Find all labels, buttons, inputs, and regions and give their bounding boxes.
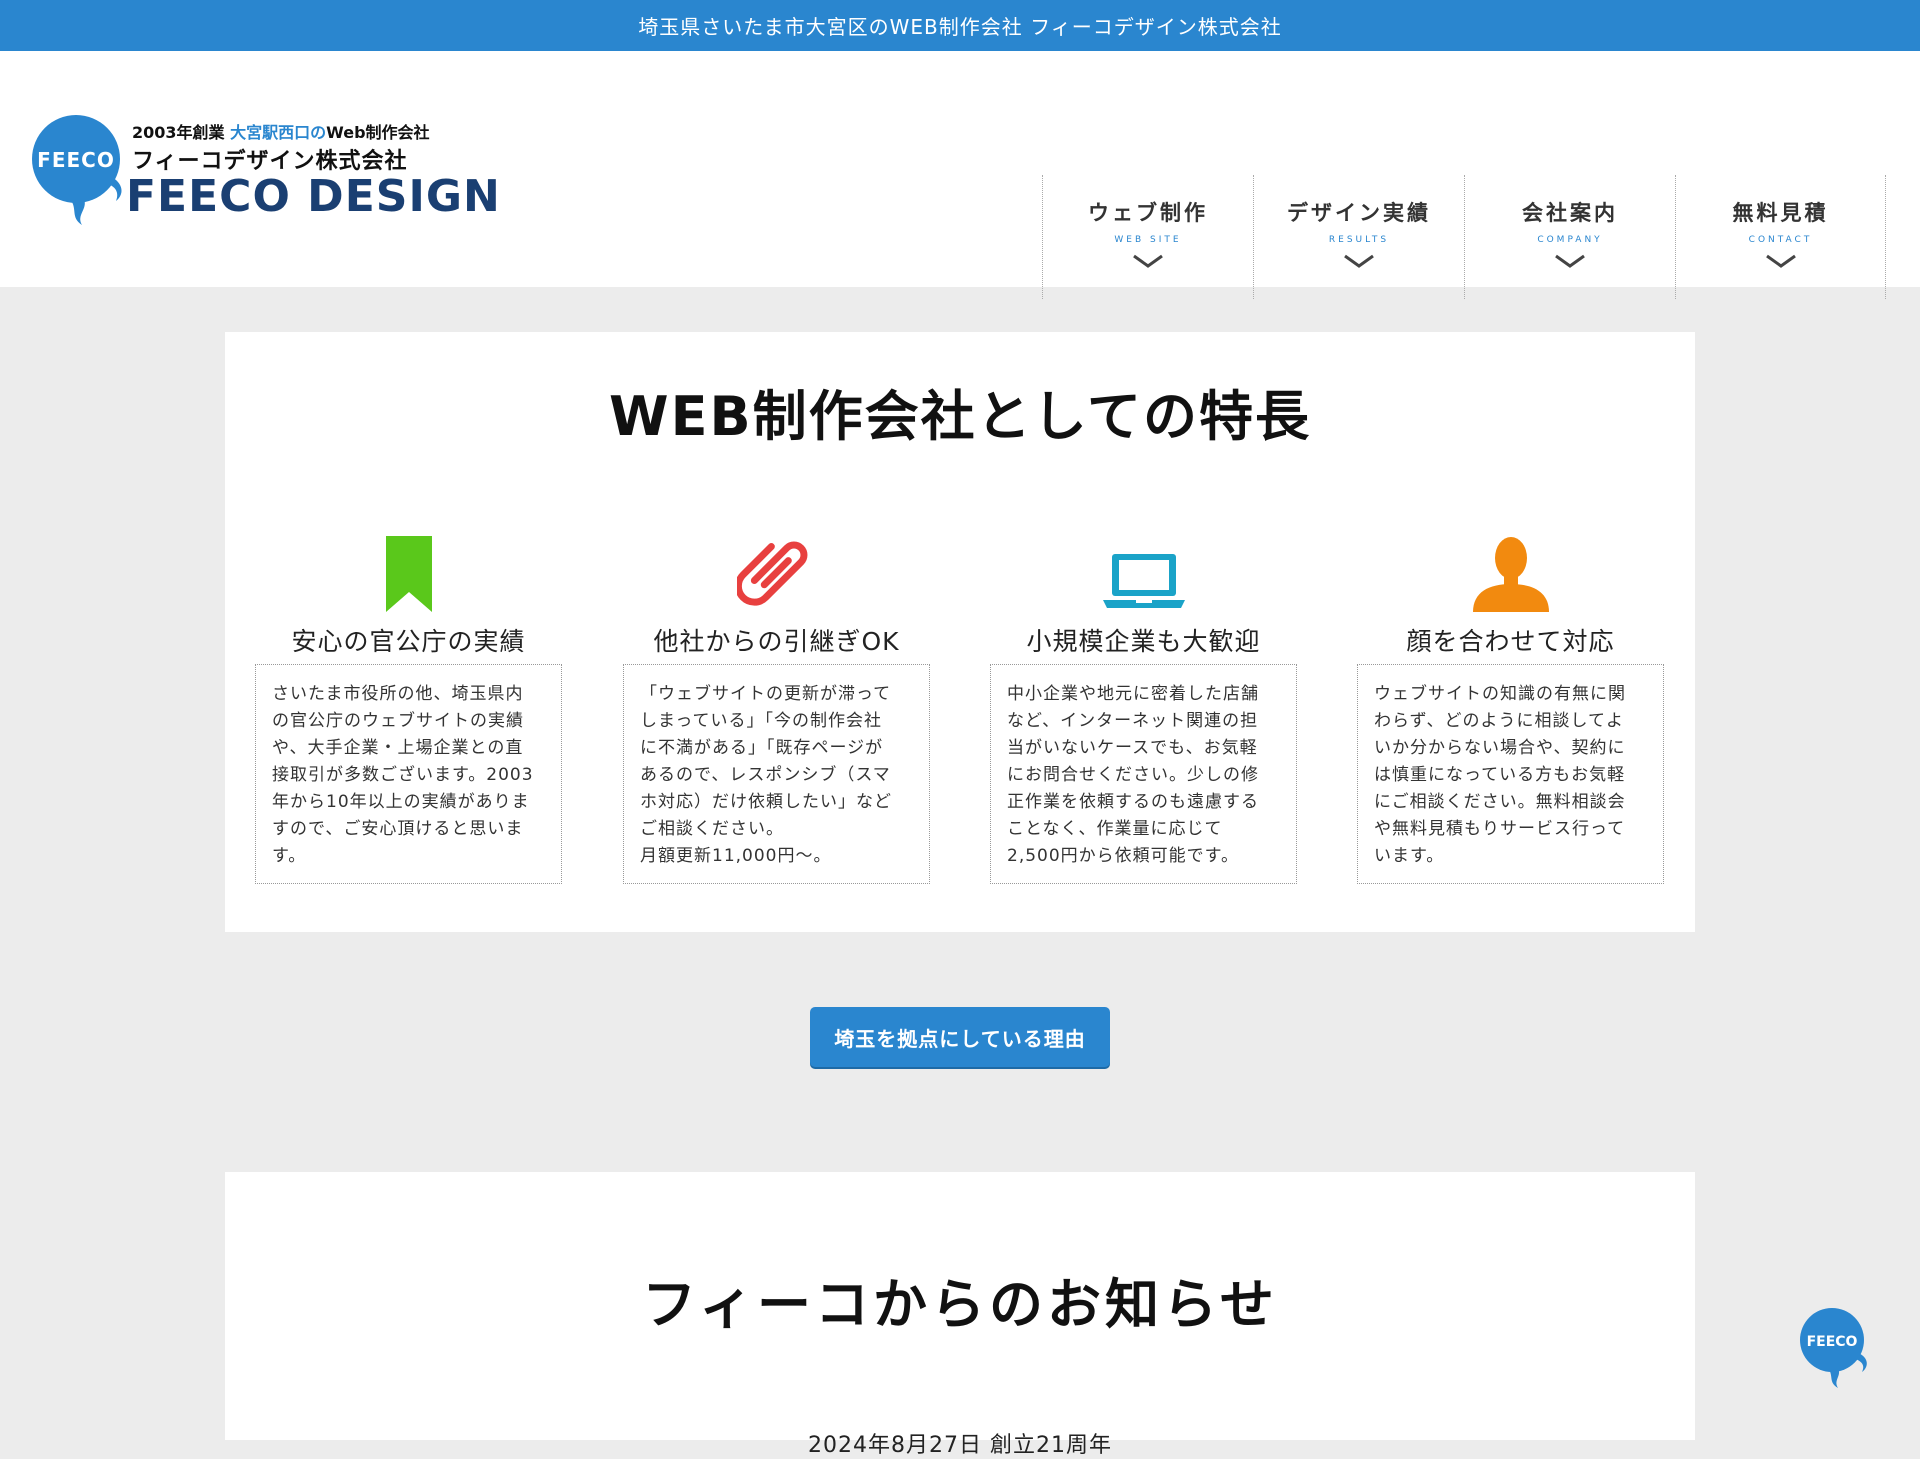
nav-sublabel: RESULTS [1328, 235, 1390, 245]
feature-description: ウェブサイトの知識の有無に関 わらず、どのように相談してよ いか分からない場合や… [1357, 664, 1664, 884]
feature-title: 顔を合わせて対応 [1406, 627, 1615, 656]
feature-description: 中小企業や地元に密着した店舗 など、インターネット関連の担 当がいないケースでも… [990, 664, 1297, 884]
feature-title: 安心の官公庁の実績 [291, 627, 526, 656]
reason-button[interactable]: 埼玉を拠点にしている理由 [810, 1007, 1110, 1067]
feature-title: 小規模企業も大歓迎 [1026, 627, 1261, 656]
nav-item-results[interactable]: デザイン実績 RESULTS [1253, 175, 1464, 299]
chevron-down-icon [1344, 254, 1374, 268]
nav-label: デザイン実績 [1287, 201, 1431, 225]
feature-card: 小規模企業も大歓迎中小企業や地元に密着した店舗 など、インターネット関連の担 当… [990, 532, 1297, 884]
bookmark-icon [255, 532, 562, 612]
float-badge-text: FEECO [1807, 1334, 1858, 1350]
news-section: フィーコからのお知らせ 2024年8月27日 創立21周年 [225, 1172, 1695, 1458]
feeco-badge-icon: FEECO [32, 115, 122, 225]
nav-label: 無料見積 [1732, 201, 1829, 225]
news-title: フィーコからのお知らせ [642, 1273, 1278, 1336]
feature-title: 他社からの引継ぎOK [653, 627, 900, 656]
nav-label: 会社案内 [1522, 201, 1618, 225]
feature-card: 安心の官公庁の実績さいたま市役所の他、埼玉県内 の官公庁のウェブサイトの実績 や… [255, 532, 562, 884]
top-banner: 埼玉県さいたま市大宮区のWEB制作会社 フィーコデザイン株式会社 [0, 0, 1920, 51]
nav-label: ウェブ制作 [1088, 201, 1208, 225]
paperclip-icon [623, 532, 930, 612]
nav-item-web-site[interactable]: ウェブ制作 WEB SITE [1042, 175, 1253, 299]
logo-tagline: 2003年創業 大宮駅西口のWeb制作会社 [132, 123, 430, 142]
top-banner-text: 埼玉県さいたま市大宮区のWEB制作会社 フィーコデザイン株式会社 [638, 15, 1282, 39]
badge-text: FEECO [37, 148, 115, 172]
nav-sublabel: WEB SITE [1114, 235, 1182, 245]
floating-feeco-button[interactable]: FEECO [1798, 1306, 1874, 1394]
feature-card: 顔を合わせて対応ウェブサイトの知識の有無に関 わらず、どのように相談してよ いか… [1357, 532, 1664, 884]
laptop-icon [990, 532, 1297, 612]
logo-wordmark: FEECO DESIGN [126, 171, 501, 222]
site-logo[interactable]: FEECO 2003年創業 大宮駅西口のWeb制作会社 フィーコデザイン株式会社… [30, 113, 500, 233]
chevron-down-icon [1765, 254, 1796, 268]
news-item[interactable]: 2024年8月27日 創立21周年 [225, 1427, 1695, 1459]
global-nav: ウェブ制作 WEB SITE デザイン実績 RESULTS 会社案内 COMPANY 無料見… [1042, 175, 1886, 299]
nav-item-contact[interactable]: 無料見積 CONTACT [1675, 175, 1886, 299]
nav-sublabel: CONTACT [1748, 235, 1813, 245]
site-header: FEECO 2003年創業 大宮駅西口のWeb制作会社 フィーコデザイン株式会社… [0, 51, 1920, 299]
feeco-float-icon: FEECO [1800, 1308, 1867, 1388]
chevron-down-icon [1133, 254, 1163, 268]
feature-card: 他社からの引継ぎOK 「ウェブサイトの更新が滞って しまっている」「今の制作会社 … [623, 532, 930, 884]
chevron-down-icon [1555, 254, 1585, 268]
nav-sublabel: COMPANY [1537, 235, 1603, 245]
feature-description: 「ウェブサイトの更新が滞って しまっている」「今の制作会社 に不満がある」「既存… [623, 664, 930, 884]
features-section: WEB制作会社としての特長 安心の官公庁の実績さいたま市役所の他、埼玉県内 の官… [225, 332, 1695, 932]
person-icon [1357, 532, 1664, 612]
features-title: WEB制作会社としての特長 [609, 385, 1311, 448]
feature-description: さいたま市役所の他、埼玉県内 の官公庁のウェブサイトの実績 や、大手企業・上場企… [255, 664, 562, 884]
nav-item-company[interactable]: 会社案内 COMPANY [1464, 175, 1675, 299]
